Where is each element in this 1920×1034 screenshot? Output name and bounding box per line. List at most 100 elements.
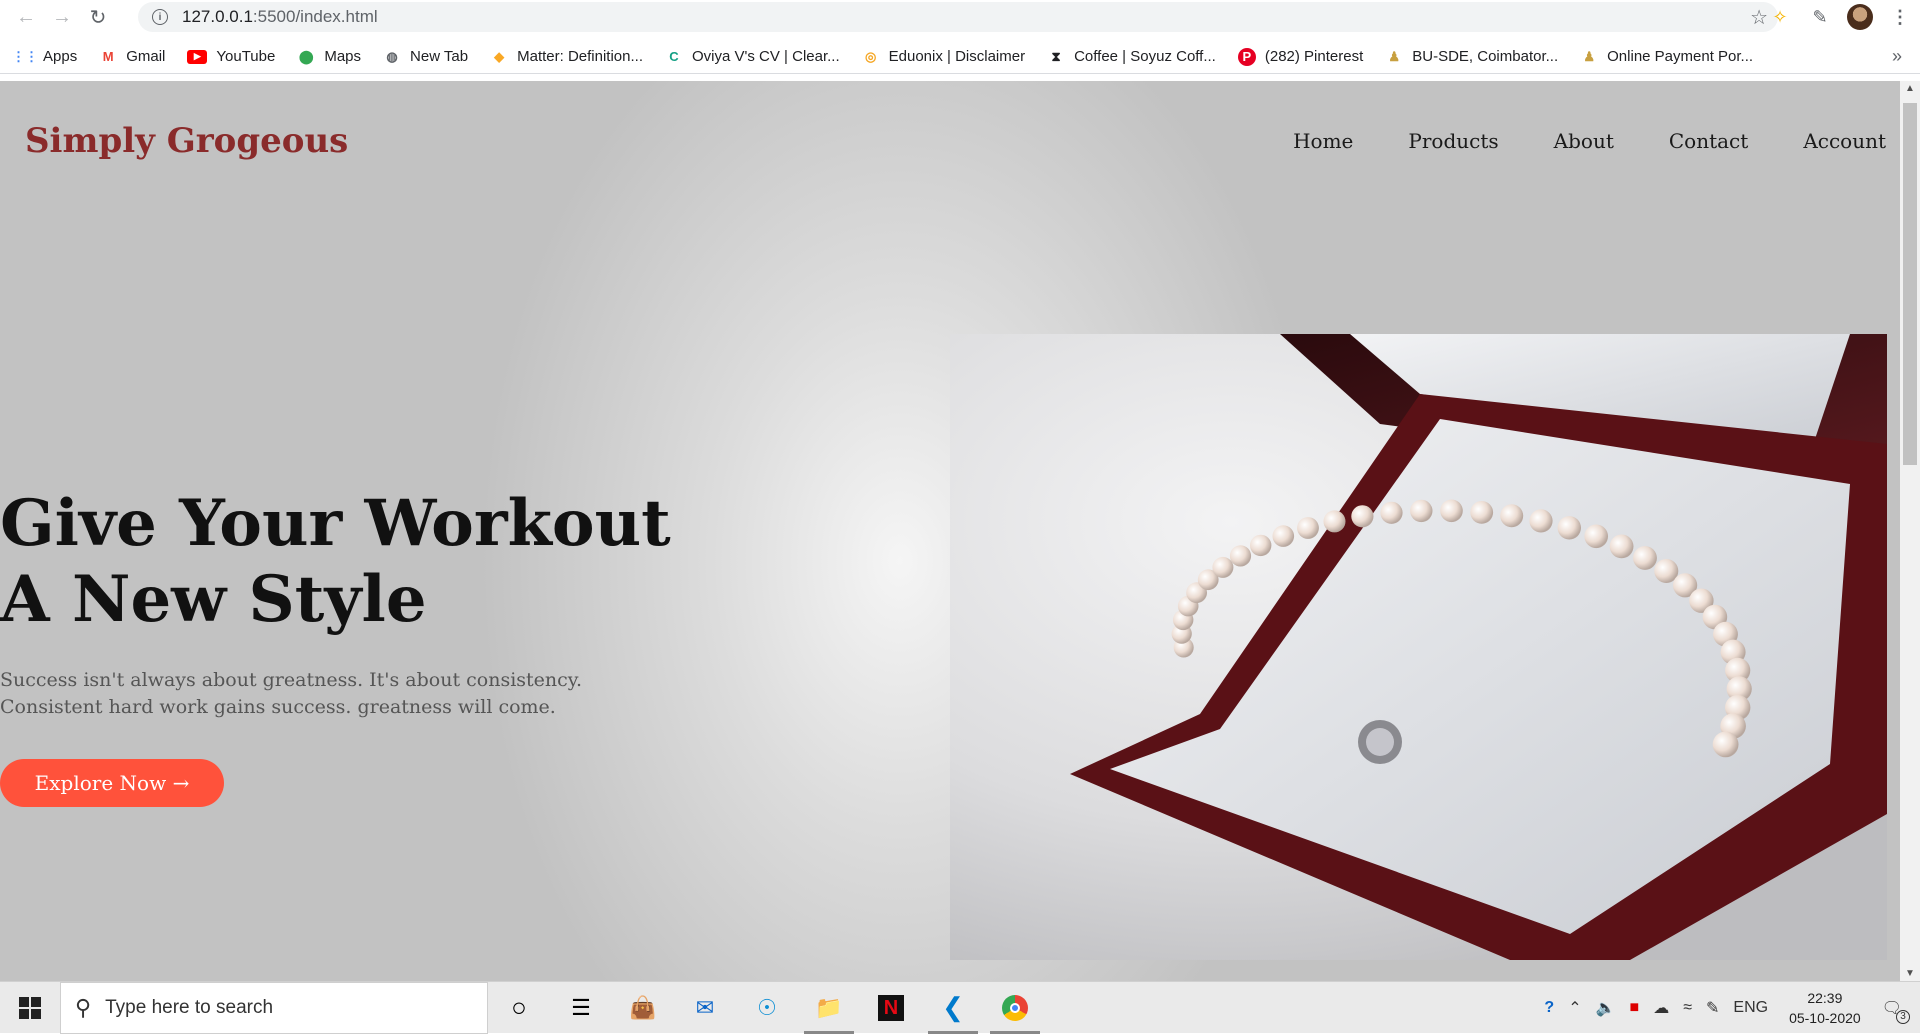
help-icon[interactable]: ? xyxy=(1544,999,1554,1017)
pearl-bead xyxy=(1712,731,1739,758)
chrome-icon[interactable] xyxy=(984,982,1046,1034)
pen-icon[interactable]: ✎ xyxy=(1706,998,1719,1018)
bookmark-label: Maps xyxy=(324,48,362,65)
gmail-icon: M xyxy=(102,49,114,64)
windows-start-icon[interactable] xyxy=(0,982,60,1034)
bookmark-label: (282) Pinterest xyxy=(1264,48,1364,65)
address-bar[interactable]: i 127.0.0.1:5500/index.html ☆ xyxy=(138,2,1778,32)
bookmark-label: Matter: Definition... xyxy=(517,48,643,65)
info-icon[interactable]: i xyxy=(152,9,168,25)
cortana-icon[interactable]: ○ xyxy=(488,982,550,1034)
clock[interactable]: 22:39 05-10-2020 xyxy=(1789,988,1861,1028)
bookmarks-overflow-icon[interactable]: » xyxy=(1892,46,1902,67)
bookmark-item[interactable]: ♟ BU-SDE, Coimbator... xyxy=(1385,48,1558,66)
pearl-bead xyxy=(1297,517,1319,539)
pearl-bead xyxy=(1529,509,1553,533)
site-logo[interactable]: Simply Grogeous xyxy=(25,121,348,161)
eduonix-icon: ◎ xyxy=(864,48,877,64)
pearl-bead xyxy=(1584,524,1608,549)
wifi-icon[interactable]: ≈ xyxy=(1683,999,1692,1017)
pearl-bead xyxy=(1609,534,1634,559)
search-placeholder: Type here to search xyxy=(105,996,274,1018)
browser-toolbar: ← → ↻ i 127.0.0.1:5500/index.html ☆ ✧ ✎ … xyxy=(0,0,1920,34)
pearl-bead xyxy=(1380,501,1403,524)
search-icon: ⚲ xyxy=(75,994,92,1020)
pearl-bead xyxy=(1410,499,1433,523)
hourglass-icon: ⧗ xyxy=(1051,48,1061,64)
pearl-bead xyxy=(1351,505,1374,528)
bookmarks-bar: ⋮⋮ Apps M Gmail ▶ YouTube ⬤ Maps ◍ New Tab ◆ Matter… xyxy=(0,40,1920,74)
notifications-icon[interactable]: 🗨 3 xyxy=(1882,998,1910,1024)
youtube-icon: ▶ xyxy=(187,49,208,64)
bookmark-item[interactable]: ◍ New Tab xyxy=(383,48,468,66)
nav-account[interactable]: Account xyxy=(1803,129,1886,153)
bookmark-item[interactable]: M Gmail xyxy=(99,48,166,66)
file-explorer-icon[interactable]: 📁 xyxy=(798,982,860,1034)
task-view-icon[interactable]: ☰ xyxy=(550,982,612,1034)
bookmark-label: Online Payment Por... xyxy=(1607,48,1754,65)
edge-icon[interactable]: ☉ xyxy=(736,982,798,1034)
notification-count: 3 xyxy=(1896,1010,1910,1024)
windows-taskbar: ⚲ Type here to search ○ ☰ 👜 ✉ ☉ 📁 N ❮ ? … xyxy=(0,981,1920,1034)
bookmark-item[interactable]: P (282) Pinterest xyxy=(1237,47,1364,66)
hero-title-line2: A New Style xyxy=(0,562,427,637)
extension-icon[interactable]: ✧ xyxy=(1760,0,1800,34)
bookmark-item[interactable]: ⧗ Coffee | Soyuz Coff... xyxy=(1047,48,1216,66)
user-icon: ♟ xyxy=(1583,48,1595,64)
nav-home[interactable]: Home xyxy=(1293,129,1353,153)
pearl-bead xyxy=(1500,504,1524,528)
netflix-icon[interactable]: N xyxy=(860,982,922,1034)
apps-grid-icon: ⋮⋮ xyxy=(12,48,38,64)
scroll-up-arrow[interactable]: ▲ xyxy=(1905,83,1915,94)
scroll-thumb[interactable] xyxy=(1903,103,1917,465)
menu-kebab-icon[interactable]: ⋮ xyxy=(1880,0,1920,34)
nav-about[interactable]: About xyxy=(1554,129,1614,153)
forward-button[interactable]: → xyxy=(44,0,80,34)
user-icon: ♟ xyxy=(1388,48,1401,64)
hero-image xyxy=(950,334,1887,960)
mail-icon[interactable]: ✉ xyxy=(674,982,736,1034)
puzzle-extensions-icon[interactable]: ✎ xyxy=(1800,0,1840,34)
hero-text: Success isn't always about greatness. It… xyxy=(0,669,583,718)
bookmark-item[interactable]: ▶ YouTube xyxy=(187,48,275,65)
page-scrollbar[interactable]: ▲ ▼ xyxy=(1900,81,1920,981)
onedrive-cloud-icon[interactable]: ☁ xyxy=(1653,998,1669,1018)
bookmark-item[interactable]: ◎ Eduonix | Disclaimer xyxy=(862,48,1025,66)
explore-now-button[interactable]: Explore Now → xyxy=(0,759,224,807)
bookmark-item[interactable]: ♟ Online Payment Por... xyxy=(1580,48,1753,66)
speaker-icon[interactable]: 🔈 xyxy=(1596,998,1616,1018)
profile-avatar[interactable] xyxy=(1840,0,1880,34)
pearl-bead xyxy=(1470,501,1494,524)
vscode-icon[interactable]: ❮ xyxy=(922,982,984,1034)
bookmark-label: New Tab xyxy=(410,48,469,65)
scroll-down-arrow[interactable]: ▼ xyxy=(1905,968,1915,979)
bookmark-item[interactable]: ⋮⋮ Apps xyxy=(12,48,77,66)
web-page: Simply Grogeous Home Products About Cont… xyxy=(0,81,1900,981)
matter-icon: ◆ xyxy=(494,48,505,64)
pearl-bead xyxy=(1229,545,1252,567)
url-text[interactable]: 127.0.0.1:5500/index.html xyxy=(182,7,378,27)
bookmark-label: Gmail xyxy=(126,48,166,65)
bookmark-label: Eduonix | Disclaimer xyxy=(888,48,1026,65)
store-icon[interactable]: 👜 xyxy=(612,982,674,1034)
clock-date: 05-10-2020 xyxy=(1789,1010,1861,1026)
site-nav: Home Products About Contact Account xyxy=(1238,129,1886,153)
dropbox-icon[interactable]: ■ xyxy=(1630,999,1640,1017)
reload-button[interactable]: ↻ xyxy=(80,0,116,34)
bookmark-label: Oviya V's CV | Clear... xyxy=(692,48,840,65)
pearl-bead xyxy=(1440,499,1463,523)
chevron-up-icon[interactable]: ⌃ xyxy=(1568,998,1581,1018)
hero-title: Give Your Workout A New Style xyxy=(0,486,700,638)
bookmark-item[interactable]: ◆ Matter: Definition... xyxy=(490,48,643,66)
back-button[interactable]: ← xyxy=(8,0,44,34)
c-logo-icon: C xyxy=(669,49,679,64)
bookmark-item[interactable]: ⬤ Maps xyxy=(297,48,361,66)
pinterest-icon: P xyxy=(1237,47,1256,66)
globe-icon: ◍ xyxy=(386,48,398,64)
nav-products[interactable]: Products xyxy=(1408,129,1498,153)
bookmark-item[interactable]: C Oviya V's CV | Clear... xyxy=(665,48,840,66)
language-indicator[interactable]: ENG xyxy=(1733,999,1768,1017)
nav-contact[interactable]: Contact xyxy=(1669,129,1748,153)
pearl-necklace-image xyxy=(950,334,1887,960)
taskbar-search-input[interactable]: ⚲ Type here to search xyxy=(60,981,488,1034)
